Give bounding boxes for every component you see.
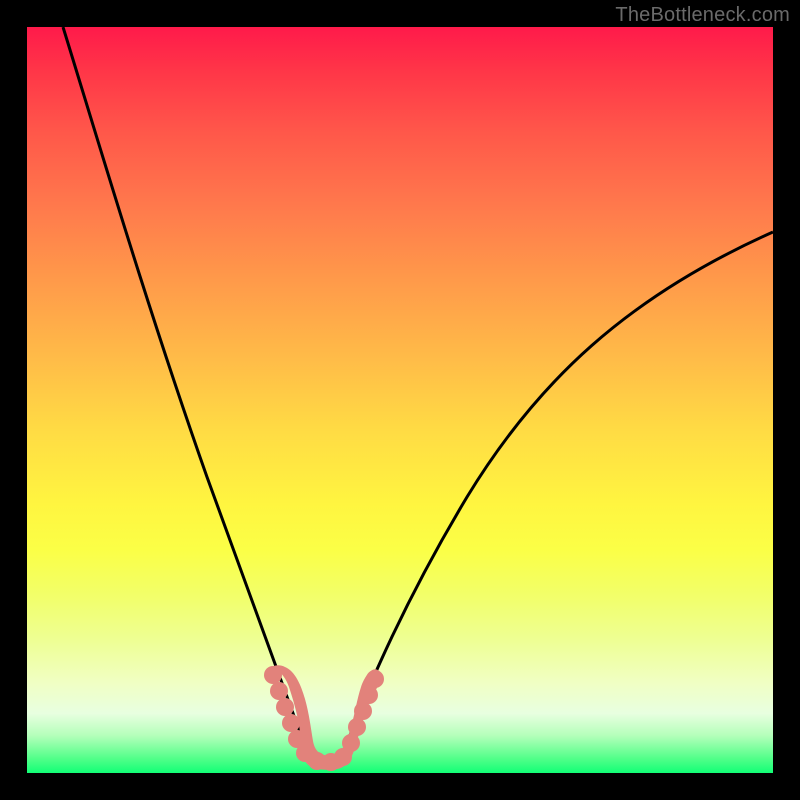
chart-plot-area <box>27 27 773 773</box>
watermark-text: TheBottleneck.com <box>615 4 790 27</box>
valley-marker <box>269 665 381 769</box>
right-curve <box>345 232 773 749</box>
valley-dots-bottom <box>308 748 352 771</box>
valley-dots-left <box>264 666 314 762</box>
chart-svg <box>27 27 773 773</box>
left-curve <box>63 27 307 749</box>
valley-dots-right <box>342 670 384 752</box>
